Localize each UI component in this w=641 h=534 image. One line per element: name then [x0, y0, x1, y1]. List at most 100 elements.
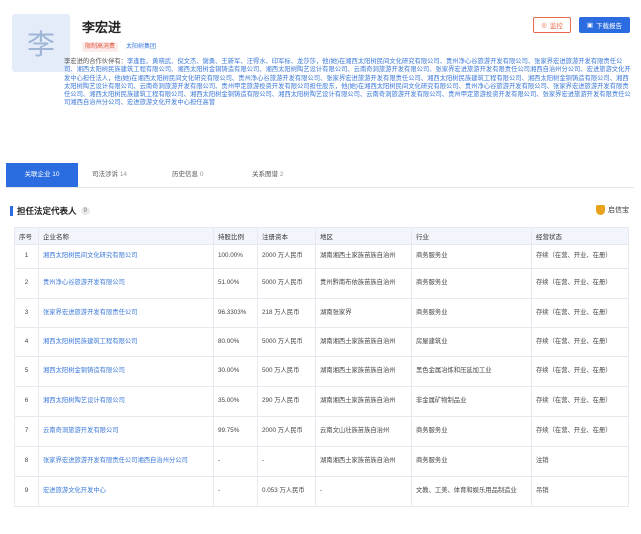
tab-related-companies[interactable]: 关联企业 10 — [6, 163, 78, 187]
table-row: 2 贵州净心谷旅游开发有限公司 51.00% 5000 万人民币 贵州黔南布依族苗族自治… — [14, 268, 629, 299]
business-status: 注销 — [531, 446, 629, 477]
partners-text[interactable]: 李逢胜、黄晓武、倪文杰、谢勇、王新军、汪得水、印军标、龙莎莎，他(她)在湘西太阳… — [64, 58, 631, 106]
share-ratio: 35.00% — [213, 386, 258, 417]
tag-group[interactable]: 太阳树集团 — [123, 42, 159, 52]
row-index: 1 — [14, 244, 39, 269]
business-status: 存续（在营、开业、在册） — [531, 268, 629, 299]
tab-count: 14 — [119, 171, 128, 178]
table-row: 1 湘西太阳树民间文化研究有限公司 100.00% 2000 万人民币 湖南湘西土家族苗… — [14, 244, 629, 269]
company-link[interactable]: 张家界宏进旅游开发有限责任公司湘西自治州分公司 — [38, 446, 214, 477]
business-status: 存续（在营、开业、在册） — [531, 386, 629, 417]
tag-restricted-consumption[interactable]: 限制高消费 — [82, 42, 119, 52]
profile-header: 李 李宏进 限制高消费 太阳树集团 ◎ 监控 ▣ 下载报告 李宏进的合作伙伴有：… — [8, 8, 634, 132]
company-link[interactable]: 贵州净心谷旅游开发有限公司 — [38, 268, 214, 299]
section-count-badge: 9 — [80, 207, 90, 215]
registered-capital: - — [257, 446, 316, 477]
tab-history[interactable]: 历史信息 0 — [158, 163, 238, 187]
company-link[interactable]: 云南奇洞旅游开发有限公司 — [38, 416, 214, 447]
avatar: 李 — [12, 14, 70, 72]
business-status: 存续（在营、开业、在册） — [531, 298, 629, 328]
tab-litigation[interactable]: 司法涉诉 14 — [78, 163, 158, 187]
tab-label: 关联企业 — [24, 171, 51, 178]
col-industry: 行业 — [411, 227, 532, 245]
share-ratio: - — [213, 476, 258, 507]
col-share-ratio: 持股比例 — [213, 227, 258, 245]
table-row: 6 湘西太阳树陶艺设计有限公司 35.00% 290 万人民币 湖南湘西土家族苗族自治州… — [14, 386, 629, 417]
industry: 商务服务业 — [411, 268, 532, 299]
industry: 商务服务业 — [411, 446, 532, 477]
company-link[interactable]: 宏进旅游文化开发中心 — [38, 476, 214, 507]
monitor-button[interactable]: ◎ 监控 — [533, 17, 571, 33]
registered-capital: 500 万人民币 — [257, 356, 316, 387]
tab-label: 历史信息 — [172, 171, 198, 178]
col-company: 企业名称 — [38, 227, 214, 245]
registered-capital: 5000 万人民币 — [257, 327, 316, 357]
registered-capital: 2000 万人民币 — [257, 244, 316, 269]
region: 湖南湘西土家族苗族自治州 — [315, 356, 412, 387]
table-body: 1 湘西太阳树民间文化研究有限公司 100.00% 2000 万人民币 湖南湘西土家族苗… — [14, 244, 629, 507]
section-header: 担任法定代表人 9 — [10, 205, 90, 217]
col-status: 经营状态 — [531, 227, 629, 245]
table-row: 5 湘西太阳树金铜铸造有限公司 30.00% 500 万人民币 湖南湘西土家族苗族自治州… — [14, 356, 629, 387]
row-index: 6 — [14, 386, 39, 417]
company-link[interactable]: 湘西太阳树金铜铸造有限公司 — [38, 356, 214, 387]
industry: 黑色金属冶炼和压延加工业 — [411, 356, 532, 387]
col-region: 地区 — [315, 227, 412, 245]
header-actions: ◎ 监控 ▣ 下载报告 — [533, 17, 630, 33]
region: 湖南湘西土家族苗族自治州 — [315, 446, 412, 477]
partners-summary: 李宏进的合作伙伴有：李逢胜、黄晓武、倪文杰、谢勇、王新军、汪得水、印军标、龙莎莎… — [64, 58, 634, 108]
download-report-button[interactable]: ▣ 下载报告 — [578, 17, 630, 33]
share-ratio: 100.00% — [213, 244, 258, 269]
region: - — [315, 476, 412, 507]
row-index: 2 — [14, 268, 39, 299]
share-ratio: - — [213, 446, 258, 477]
industry: 非金属矿物制品业 — [411, 386, 532, 417]
row-index: 4 — [14, 327, 39, 357]
region: 云南文山壮族苗族自治州 — [315, 416, 412, 447]
region: 湖南湘西土家族苗族自治州 — [315, 386, 412, 417]
company-link[interactable]: 湘西太阳树民间文化研究有限公司 — [38, 244, 214, 269]
tab-count: 2 — [279, 171, 284, 178]
row-index: 7 — [14, 416, 39, 447]
shield-icon — [596, 205, 605, 215]
industry: 商务服务业 — [411, 244, 532, 269]
business-status: 存续（在营、开业、在册） — [531, 416, 629, 447]
col-capital: 注册资本 — [257, 227, 316, 245]
tab-divider — [6, 187, 634, 188]
brand-logo: 启信宝 — [596, 205, 629, 215]
row-index: 8 — [14, 446, 39, 477]
tab-bar: 关联企业 10 司法涉诉 14 历史信息 0 关系图谱 2 — [6, 163, 318, 187]
region: 贵州黔南布依族苗族自治州 — [315, 268, 412, 299]
table-row: 8 张家界宏进旅游开发有限责任公司湘西自治州分公司 - - 湖南湘西土家族苗族自治州 商务… — [14, 446, 629, 477]
table-row: 9 宏进旅游文化开发中心 -0.053 万人民币 - 文教、工美、体育和娱乐用品制造业吊… — [14, 476, 629, 507]
company-link[interactable]: 张家界宏进旅游开发有限责任公司 — [38, 298, 214, 328]
business-status: 存续（在营、开业、在册） — [531, 244, 629, 269]
tab-count: 10 — [52, 171, 60, 178]
tab-label: 关系图谱 — [252, 171, 278, 178]
row-index: 5 — [14, 356, 39, 387]
region: 湖南张家界 — [315, 298, 412, 328]
legal-rep-table: 序号 企业名称 持股比例 注册资本 地区 行业 经营状态 1 湘西太阳树民间文化研… — [14, 227, 629, 507]
registered-capital: 5000 万人民币 — [257, 268, 316, 299]
partners-label: 李宏进的合作伙伴有： — [64, 58, 127, 65]
brand-name: 启信宝 — [608, 207, 629, 214]
industry: 商务服务业 — [411, 298, 532, 328]
share-ratio: 96.3303% — [213, 298, 258, 328]
company-link[interactable]: 湘西太阳树民族建筑工程有限公司 — [38, 327, 214, 357]
region: 湖南湘西土家族苗族自治州 — [315, 244, 412, 269]
tag-list: 限制高消费 太阳树集团 — [82, 42, 159, 52]
row-index: 9 — [14, 476, 39, 507]
share-ratio: 99.75% — [213, 416, 258, 447]
company-link[interactable]: 湘西太阳树陶艺设计有限公司 — [38, 386, 214, 417]
col-index: 序号 — [14, 227, 39, 245]
section-title: 担任法定代表人 — [17, 206, 77, 216]
share-ratio: 30.00% — [213, 356, 258, 387]
industry: 商务服务业 — [411, 416, 532, 447]
share-ratio: 51.00% — [213, 268, 258, 299]
tab-relationship-graph[interactable]: 关系图谱 2 — [238, 163, 318, 187]
tab-label: 司法涉诉 — [92, 171, 118, 178]
business-status: 存续（在营、开业、在册） — [531, 327, 629, 357]
table-row: 7 云南奇洞旅游开发有限公司 99.75% 2000 万人民币 云南文山壮族苗族自治州商… — [14, 416, 629, 447]
monitor-icon: ◎ — [541, 22, 547, 29]
registered-capital: 0.053 万人民币 — [257, 476, 316, 507]
